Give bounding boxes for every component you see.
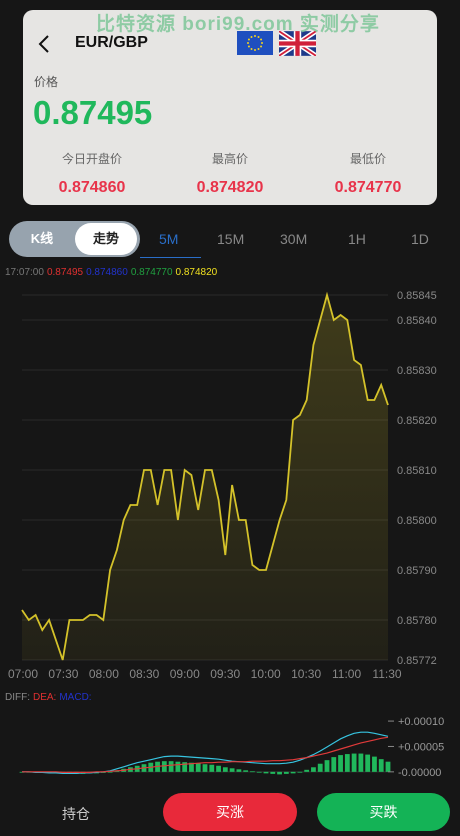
y-tick-label: 0.85800 bbox=[397, 515, 437, 527]
x-tick-label: 11:00 bbox=[332, 667, 361, 681]
macd-bar bbox=[222, 767, 228, 772]
macd-y-tick-label: +0.00010 bbox=[398, 716, 444, 728]
y-tick-label: 0.85790 bbox=[397, 565, 437, 577]
macd-bar bbox=[283, 771, 289, 774]
macd-bar bbox=[216, 765, 221, 772]
macd-bar bbox=[317, 763, 323, 772]
macd-bar bbox=[277, 771, 282, 775]
macd-bar bbox=[331, 757, 337, 772]
y-tick-label: 0.85810 bbox=[397, 465, 437, 477]
y-tick-label: 0.85840 bbox=[397, 315, 437, 327]
y-tick-label: 0.85780 bbox=[397, 615, 437, 627]
y-tick-label: 0.85845 bbox=[397, 290, 437, 302]
macd-bar bbox=[385, 761, 391, 772]
x-tick-label: 10:00 bbox=[251, 667, 281, 681]
page: 比特资源 bori99.com 实测分享 EUR/GBP 价格 0.87495 … bbox=[0, 0, 460, 836]
macd-bar bbox=[372, 756, 377, 772]
y-tick-label: 0.85772 bbox=[397, 655, 437, 667]
macd-bar bbox=[344, 754, 350, 772]
x-tick-label: 07:00 bbox=[8, 667, 38, 681]
macd-bar bbox=[209, 764, 215, 772]
x-tick-label: 10:30 bbox=[291, 667, 321, 681]
x-tick-label: 09:00 bbox=[170, 667, 200, 681]
macd-bar bbox=[324, 760, 330, 772]
macd-bar bbox=[263, 771, 269, 774]
macd-bar bbox=[168, 761, 174, 772]
hold-button[interactable]: 持仓 bbox=[62, 804, 90, 824]
x-tick-label: 07:30 bbox=[48, 667, 78, 681]
x-tick-label: 11:30 bbox=[372, 667, 401, 681]
macd-bar bbox=[311, 767, 316, 772]
macd-bar bbox=[243, 770, 249, 772]
watermark: 比特资源 bori99.com 实测分享 bbox=[96, 14, 380, 35]
macd-bar bbox=[290, 771, 296, 774]
macd-bar bbox=[358, 753, 364, 772]
x-tick-label: 08:30 bbox=[129, 667, 159, 681]
macd-bar bbox=[338, 755, 343, 772]
macd-bar bbox=[351, 753, 357, 772]
buy-up-button[interactable]: 买涨 bbox=[163, 793, 297, 831]
macd-bar bbox=[270, 771, 276, 774]
price-area bbox=[22, 295, 388, 660]
macd-bar bbox=[365, 754, 371, 772]
macd-y-tick-label: -0.00000 bbox=[398, 767, 441, 779]
buy-down-button[interactable]: 买跌 bbox=[317, 793, 450, 831]
y-tick-label: 0.85830 bbox=[397, 365, 437, 377]
macd-bar bbox=[236, 769, 242, 772]
price-chart: 0.85845 0.85840 0.85830 0.85820 0.85810 0.858… bbox=[8, 290, 437, 681]
macd-bar bbox=[297, 771, 303, 773]
macd-y-tick-label: +0.00005 bbox=[398, 741, 444, 753]
macd-bar bbox=[304, 769, 310, 772]
macd-bar bbox=[256, 771, 262, 773]
x-tick-label: 09:30 bbox=[210, 667, 240, 681]
macd-bar bbox=[250, 771, 255, 773]
macd-bar bbox=[229, 768, 235, 772]
macd-chart: +0.00010 +0.00005 -0.00000 bbox=[19, 716, 444, 779]
x-tick-label: 08:00 bbox=[89, 667, 119, 681]
macd-bar bbox=[175, 761, 181, 772]
y-tick-label: 0.85820 bbox=[397, 415, 437, 427]
macd-bar bbox=[378, 759, 384, 772]
macd-bar bbox=[202, 764, 208, 772]
macd-bar bbox=[195, 763, 201, 772]
